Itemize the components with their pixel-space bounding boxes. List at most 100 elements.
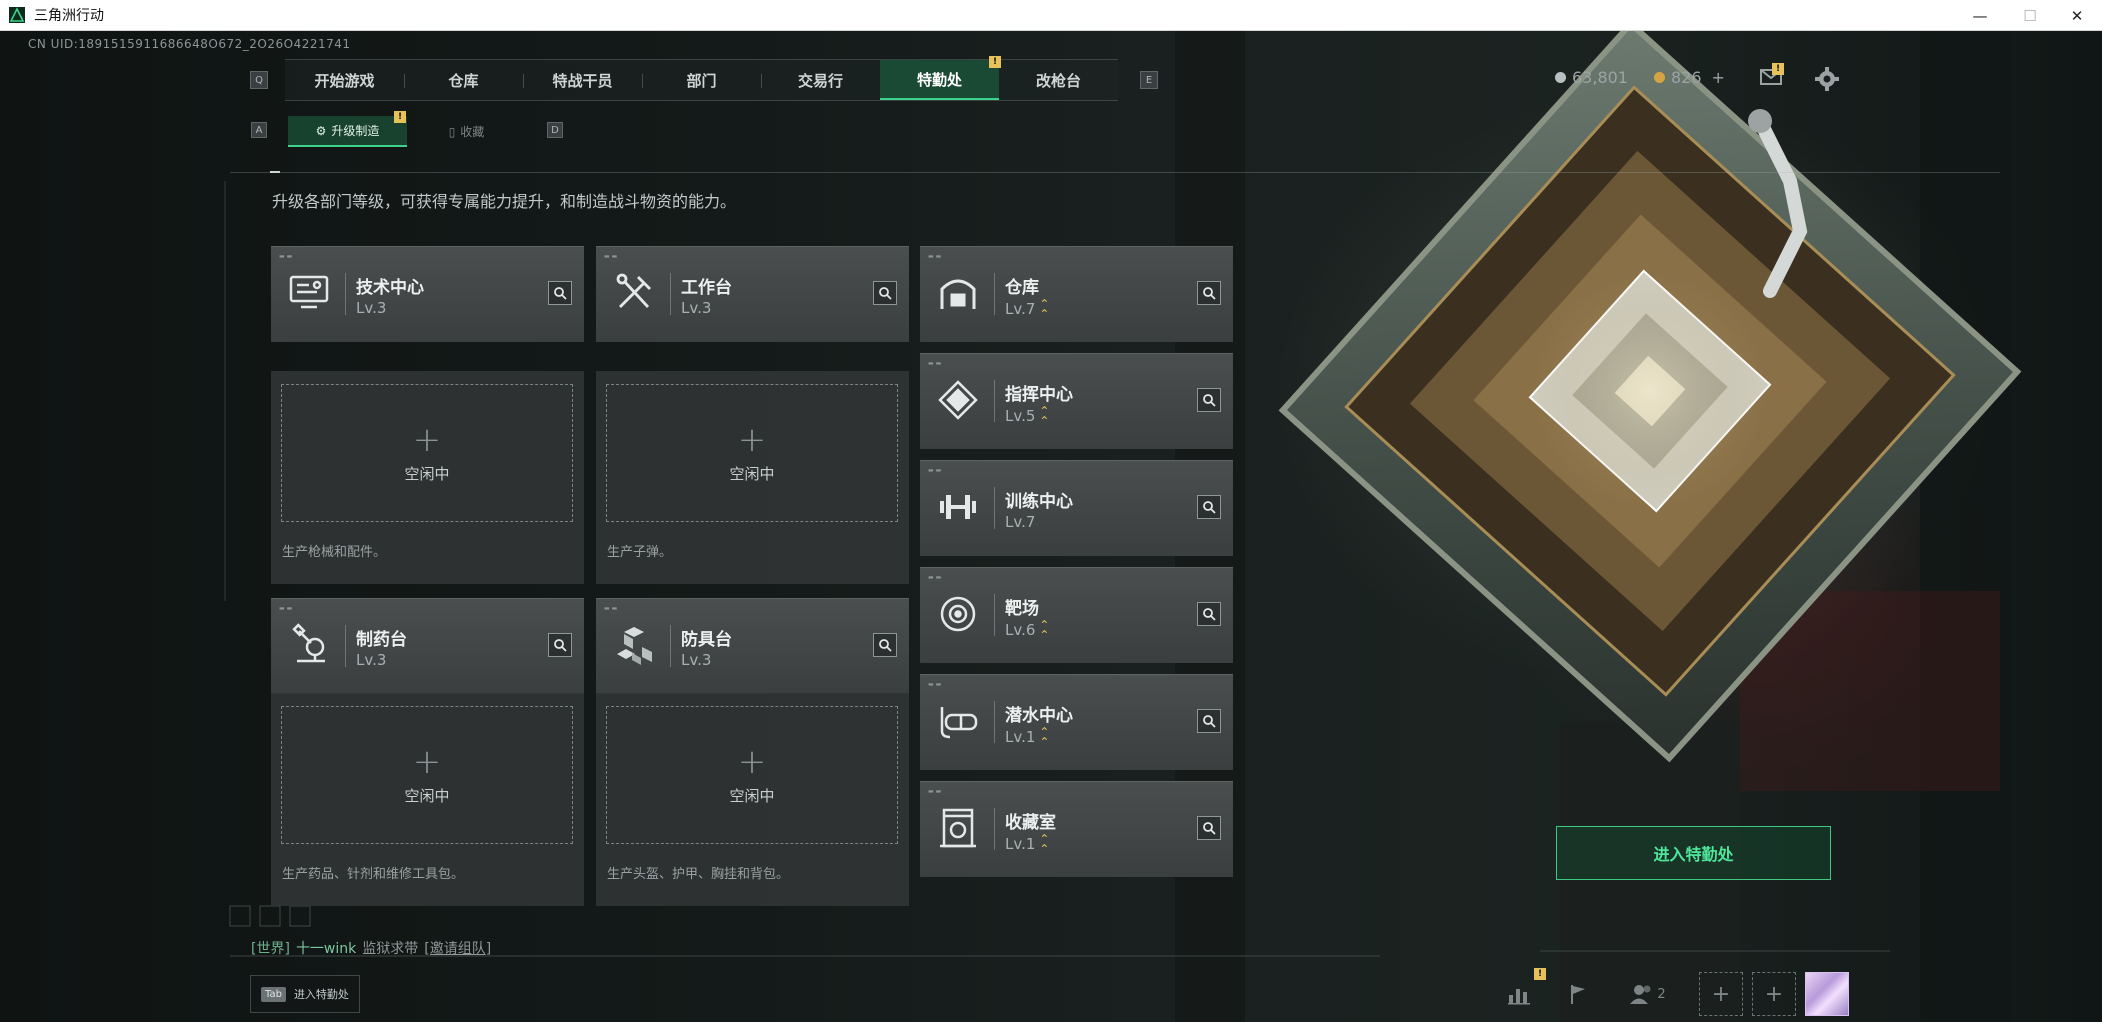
currency-secondary[interactable]: 826 + <box>1654 68 1725 87</box>
tab-upgrade-craft-label: 升级制造 <box>331 124 380 138</box>
facility-level: Lv.6 ⌃ ⌃ <box>1005 619 1049 641</box>
tab-upgrade-craft[interactable]: ⚙ 升级制造 <box>288 116 407 147</box>
tab-start-game[interactable]: 开始游戏 <box>285 60 404 100</box>
slot-status: 空闲中 <box>729 786 775 805</box>
idle-production-slot[interactable]: + 空闲中 <box>281 706 573 844</box>
warehouse-icon <box>934 269 982 317</box>
add-teammate-slot-2[interactable]: + <box>1752 972 1796 1016</box>
workshop-name: 技术中心 <box>356 278 424 298</box>
facility-card-training-center[interactable]: ▬ ▬ 训练中心 Lv.7 <box>920 460 1233 556</box>
idle-production-slot[interactable]: + 空闲中 <box>606 706 898 844</box>
workshop-card-tech-center[interactable]: ▬ ▬ 技术中心 Lv.3 <box>271 246 584 342</box>
add-icon: + <box>737 741 767 782</box>
search-icon[interactable] <box>873 281 897 305</box>
slot-status: 空闲中 <box>729 464 775 483</box>
facility-level-text: Lv.1 <box>1005 728 1036 746</box>
tab-special-ops[interactable]: 特勤处 <box>880 60 999 100</box>
close-button[interactable]: ✕ <box>2052 0 2102 31</box>
search-icon[interactable] <box>1197 388 1221 412</box>
card-separator <box>994 701 995 743</box>
nav-prev-key-hint: Q <box>250 71 268 89</box>
facility-level: Lv.5 ⌃ ⌃ <box>1005 404 1050 428</box>
pharmacy-icon <box>285 621 333 669</box>
idle-production-slot[interactable]: + 空闲中 <box>281 384 573 522</box>
slot-status: 空闲中 <box>404 464 450 483</box>
search-icon[interactable] <box>1197 495 1221 519</box>
maximize-button[interactable]: ☐ <box>2005 0 2055 31</box>
currency-primary: 63,801 <box>1555 68 1628 87</box>
tab-special-ops-label: 特勤处 <box>916 70 962 89</box>
silver-coin-icon <box>1555 72 1566 83</box>
idle-production-slot[interactable]: + 空闲中 <box>606 384 898 522</box>
tab-department[interactable]: 部门 <box>642 60 761 100</box>
facility-card-warehouse[interactable]: ▬ ▬ 仓库 Lv.7 ⌃ ⌃ <box>920 246 1233 342</box>
enter-special-ops-button[interactable]: 进入特勤处 <box>1556 826 1831 880</box>
friends-button[interactable]: 2 <box>1623 977 1673 1011</box>
workshop-card-workbench[interactable]: ▬ ▬ 工作台 Lv.3 <box>596 246 909 342</box>
search-icon[interactable] <box>1197 602 1221 626</box>
upgrade-available-icon: ⌃ ⌃ <box>1039 404 1050 428</box>
workshop-card-pharmacy[interactable]: ▬ ▬ 制药台 Lv.3 <box>271 598 584 694</box>
workshop-card-armor-bench[interactable]: ▬ ▬ 防具台 Lv.3 <box>596 598 909 694</box>
collection-room-icon <box>934 804 982 852</box>
facility-card-command-center[interactable]: ▬ ▬ 指挥中心 Lv.5 ⌃ ⌃ <box>920 353 1233 449</box>
chat-player-name[interactable]: 十一wink <box>296 938 356 958</box>
search-icon[interactable] <box>548 281 572 305</box>
facility-card-collection-room[interactable]: ▬ ▬ 收藏室 Lv.1 ⌃ ⌃ <box>920 781 1233 877</box>
facility-name: 靶场 <box>1005 599 1039 619</box>
facility-level: Lv.1 ⌃ ⌃ <box>1005 832 1050 856</box>
card-decor: ▬ ▬ <box>928 788 942 795</box>
tab-gunsmith[interactable]: 改枪台 <box>999 60 1118 100</box>
card-decor: ▬ ▬ <box>928 574 942 581</box>
section-divider-mark <box>270 171 280 173</box>
facility-level-text: Lv.5 <box>1005 407 1036 425</box>
facility-level: Lv.1 ⌃ ⌃ <box>1005 726 1049 748</box>
card-separator <box>670 625 671 667</box>
facility-card-diving-center[interactable]: ▬ ▬ 潜水中心 Lv.1 ⌃ ⌃ <box>920 674 1233 770</box>
flag-icon[interactable] <box>1563 979 1593 1009</box>
card-separator <box>994 808 995 850</box>
upgrade-available-icon: ⌃ ⌃ <box>1039 297 1050 321</box>
facility-name: 潜水中心 <box>1005 706 1073 726</box>
search-icon[interactable] <box>548 633 572 657</box>
tab-warehouse[interactable]: 仓库 <box>404 60 523 100</box>
workshop-slot-card-tech-center: + 空闲中 生产枪械和配件。 <box>271 371 584 584</box>
facility-card-shooting-range[interactable]: ▬ ▬ 靶场 Lv.6 ⌃ ⌃ <box>920 567 1233 663</box>
stats-icon[interactable] <box>1504 979 1534 1009</box>
gold-coin-icon <box>1654 72 1665 83</box>
workshop-description: 生产头盔、护甲、胸挂和背包。 <box>607 867 790 882</box>
tab-collection-label: 收藏 <box>460 125 485 139</box>
workshop-level-text: Lv.3 <box>681 651 712 669</box>
tab-collection[interactable]: ▯ 收藏 <box>407 116 526 147</box>
facility-level-text: Lv.1 <box>1005 835 1036 853</box>
add-currency-button[interactable]: + <box>1712 68 1725 87</box>
facility-name: 仓库 <box>1005 278 1039 298</box>
settings-gear-icon[interactable] <box>1813 65 1841 93</box>
special-ops-alert-badge: ! <box>989 56 1001 68</box>
tab-operators[interactable]: 特战干员 <box>523 60 642 100</box>
shooting-range-icon <box>934 590 982 638</box>
add-teammate-slot-1[interactable]: + <box>1699 972 1743 1016</box>
player-avatar[interactable] <box>1805 972 1849 1016</box>
minimize-button[interactable]: — <box>1955 0 2005 31</box>
mail-alert-badge: ! <box>1772 63 1784 75</box>
collection-icon: ▯ <box>448 124 456 139</box>
enter-special-ops-hint[interactable]: Tab 进入特勤处 <box>250 975 360 1013</box>
upgrade-available-icon: ⌃ ⌃ <box>1039 832 1050 856</box>
game-viewport: CN UID:1891515911686648O672_2O26O4221741… <box>0 31 2102 1022</box>
workshop-description: 生产枪械和配件。 <box>282 545 387 560</box>
search-icon[interactable] <box>873 633 897 657</box>
armor-bench-icon <box>610 621 658 669</box>
chat-invite-link[interactable]: [邀请组队] <box>424 938 491 958</box>
search-icon[interactable] <box>1197 709 1221 733</box>
card-decor: ▬ ▬ <box>928 360 942 367</box>
card-decor: ▬ ▬ <box>279 605 293 612</box>
workshop-name: 防具台 <box>681 630 732 650</box>
tab-trading[interactable]: 交易行 <box>761 60 880 100</box>
card-decor: ▬ ▬ <box>604 605 618 612</box>
search-icon[interactable] <box>1197 816 1221 840</box>
search-icon[interactable] <box>1197 281 1221 305</box>
diving-center-icon <box>934 697 982 745</box>
card-decor: ▬ ▬ <box>279 253 293 260</box>
add-icon: + <box>412 741 442 782</box>
